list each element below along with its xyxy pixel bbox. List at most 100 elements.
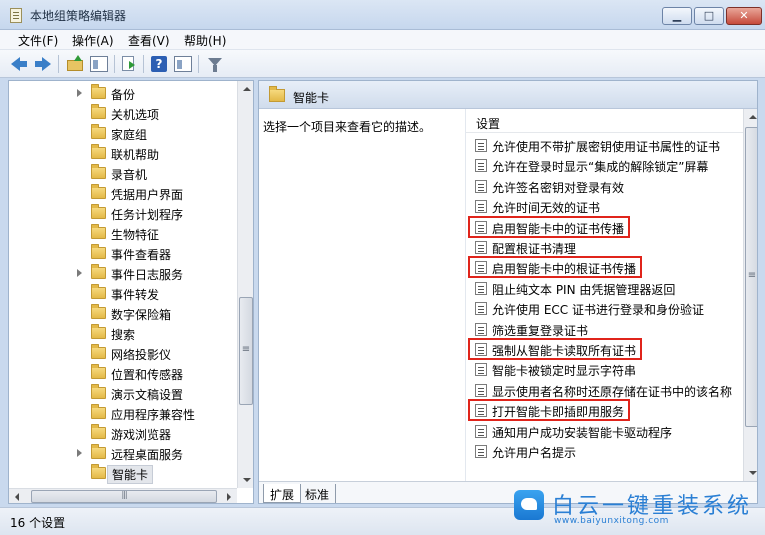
policy-setting-icon [475, 302, 487, 315]
horizontal-scroll-thumb[interactable] [31, 490, 217, 503]
tree-item[interactable]: 游戏浏览器 [9, 423, 237, 443]
setting-row[interactable]: 显示使用者名称时还原存储在证书中的该名称 [466, 380, 743, 400]
setting-row[interactable]: 阻止纯文本 PIN 由凭据管理器返回 [466, 278, 743, 298]
setting-row[interactable]: 打开智能卡即插即用服务 [466, 400, 743, 420]
close-icon: ✕ [739, 9, 749, 22]
close-button[interactable]: ✕ [726, 7, 762, 25]
tree-item[interactable]: 家庭组 [9, 123, 237, 143]
setting-label: 配置根证书清理 [492, 242, 577, 256]
scroll-down-button[interactable] [238, 472, 253, 488]
tree-item[interactable]: 智能卡 [9, 463, 237, 484]
tree-item[interactable]: 网络投影仪 [9, 343, 237, 363]
setting-row[interactable]: 允许签名密钥对登录有效 [466, 176, 743, 196]
setting-row[interactable]: 启用智能卡中的证书传播 [466, 217, 743, 237]
folder-icon [91, 104, 106, 119]
tree-item[interactable]: 联机帮助 [9, 143, 237, 163]
status-text: 16 个设置 [10, 516, 66, 530]
minimize-button[interactable]: ▁ [662, 7, 692, 25]
tree-item-label: 智能卡 [107, 465, 154, 484]
tree-item-label: 备份 [111, 88, 136, 102]
setting-row[interactable]: 允许时间无效的证书 [466, 196, 743, 216]
setting-row[interactable]: 智能卡被锁定时显示字符串 [466, 359, 743, 379]
tree-item[interactable]: 备份 [9, 83, 237, 103]
setting-label: 阻止纯文本 PIN 由凭据管理器返回 [492, 283, 676, 297]
setting-row[interactable]: 允许用户名提示 [466, 441, 743, 461]
tree-item[interactable]: 远程桌面服务 [9, 443, 237, 463]
details-pane: 智能卡 选择一个项目来查看它的描述。 设置 允许使用不带扩展密钥使用证书属性的证… [258, 80, 758, 504]
console-tree[interactable]: 备份 关机选项家庭组 联机帮助 录音机 凭据用户界面 任务计划程序生物特征 事件查看器 事件日… [8, 80, 254, 504]
tree-item[interactable]: 事件转发 [9, 283, 237, 303]
tree-item-label: 游戏浏览器 [111, 428, 172, 442]
tree-item[interactable]: 事件查看器 [9, 243, 237, 263]
toolbar: ? [0, 50, 765, 78]
scroll-left-button[interactable] [9, 489, 25, 503]
tree-item[interactable]: 搜索 [9, 323, 237, 343]
folder-icon [91, 184, 106, 199]
setting-label: 启用智能卡中的根证书传播 [492, 262, 637, 276]
tree-item[interactable]: 录音机 [9, 163, 237, 183]
forward-button[interactable] [34, 55, 52, 73]
setting-row[interactable]: 允许使用不带扩展密钥使用证书属性的证书 [466, 135, 743, 155]
tree-item[interactable]: 演示文稿设置 [9, 383, 237, 403]
setting-row[interactable]: 通知用户成功安装智能卡驱动程序 [466, 421, 743, 441]
menu-help[interactable]: 帮助(H) [184, 32, 226, 49]
scroll-thumb[interactable] [745, 127, 757, 427]
tree-item[interactable]: 凭据用户界面 [9, 183, 237, 203]
folder-icon [91, 384, 106, 399]
setting-row[interactable]: 筛选重复登录证书 [466, 319, 743, 339]
scroll-up-button[interactable] [238, 81, 253, 97]
setting-label: 筛选重复登录证书 [492, 324, 589, 338]
back-arrow-icon [11, 57, 27, 71]
chevron-left-icon [15, 493, 19, 501]
tree-item[interactable]: 位置和传感器 [9, 363, 237, 383]
scroll-down-button[interactable] [744, 465, 757, 481]
tree-item[interactable]: 数字保险箱 [9, 303, 237, 323]
tab-standard[interactable]: 标准 [299, 484, 337, 503]
expand-arrow-icon[interactable] [77, 269, 82, 277]
maximize-button[interactable]: □ [694, 7, 724, 25]
back-button[interactable] [10, 55, 28, 73]
setting-row[interactable]: 允许使用 ECC 证书进行登录和身份验证 [466, 298, 743, 318]
scroll-thumb[interactable] [239, 297, 253, 405]
scroll-right-button[interactable] [221, 489, 237, 503]
scroll-up-button[interactable] [744, 109, 757, 125]
policy-setting-icon [475, 221, 487, 234]
folder-icon [91, 404, 106, 419]
settings-list[interactable]: 设置 允许使用不带扩展密钥使用证书属性的证书 允许在登录时显示“集成的解除锁定”屏… [465, 109, 743, 481]
show-hide-tree-button[interactable] [90, 55, 108, 73]
setting-row[interactable]: 强制从智能卡读取所有证书 [466, 339, 743, 359]
filter-button[interactable] [206, 55, 224, 73]
title-bar: 本地组策略编辑器 ▁ □ ✕ [0, 0, 765, 30]
tree-item-label: 事件转发 [111, 288, 160, 302]
tree-item[interactable]: 事件日志服务 [9, 263, 237, 283]
action-pane-button[interactable] [174, 55, 192, 73]
up-level-button[interactable] [66, 55, 84, 73]
setting-row[interactable]: 允许在登录时显示“集成的解除锁定”屏幕 [466, 155, 743, 175]
folder-icon [91, 364, 106, 379]
folder-icon [91, 444, 106, 459]
toolbar-separator [114, 55, 115, 73]
menu-action[interactable]: 操作(A) [72, 32, 114, 49]
column-header-setting[interactable]: 设置 [466, 109, 743, 133]
bird-logo-icon [514, 490, 544, 520]
settings-vertical-scrollbar[interactable] [743, 109, 757, 481]
expand-arrow-icon[interactable] [77, 89, 82, 97]
tree-item[interactable]: 生物特征 [9, 223, 237, 243]
tree-vertical-scrollbar[interactable] [237, 81, 253, 488]
expand-arrow-icon[interactable] [77, 449, 82, 457]
tree-item[interactable]: 应用程序兼容性 [9, 403, 237, 423]
tab-extended[interactable]: 扩展 [263, 484, 302, 503]
tree-item[interactable]: 任务计划程序 [9, 203, 237, 223]
menu-file[interactable]: 文件(F) [18, 32, 58, 49]
export-list-button[interactable] [120, 55, 138, 73]
folder-icon [91, 264, 106, 279]
setting-row[interactable]: 启用智能卡中的根证书传播 [466, 257, 743, 277]
tree-horizontal-scrollbar[interactable] [9, 488, 237, 503]
menu-view[interactable]: 查看(V) [128, 32, 170, 49]
tree-item-label: 生物特征 [111, 228, 160, 242]
tree-item[interactable]: 关机选项 [9, 103, 237, 123]
folder-icon [269, 86, 285, 102]
setting-row[interactable]: 配置根证书清理 [466, 237, 743, 257]
tree-item-label: 家庭组 [111, 128, 148, 142]
help-button[interactable]: ? [150, 55, 168, 73]
